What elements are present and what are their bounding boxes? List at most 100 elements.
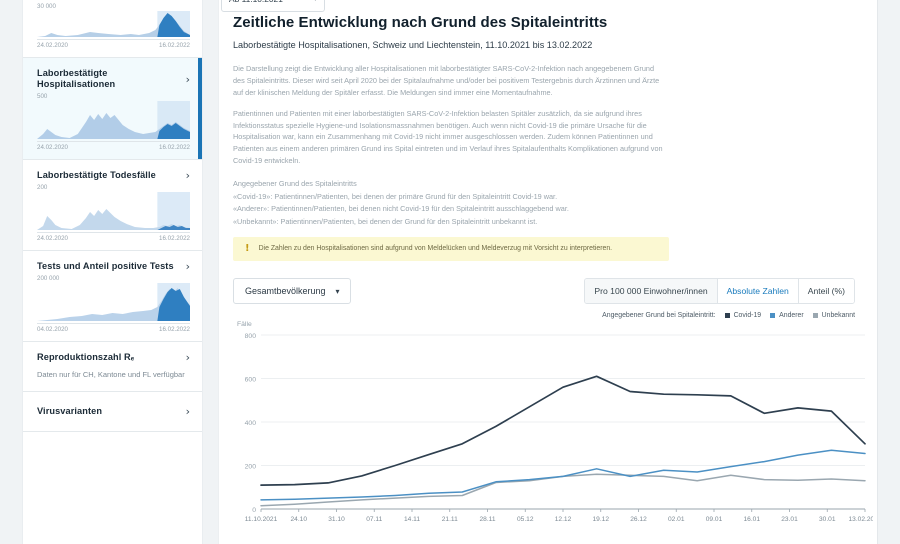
svg-text:09.01: 09.01 <box>706 516 723 523</box>
svg-text:0: 0 <box>252 507 256 514</box>
sidebar-item-subtitle: Daten nur für CH, Kantone und FL verfügb… <box>37 370 185 380</box>
chart-controls-row: Gesamtbevölkerung ▾ Pro 100 000 Einwohne… <box>233 278 857 304</box>
svg-text:23.01: 23.01 <box>781 516 798 523</box>
sidebar-item-reproduktionszahl[interactable]: Reproduktionszahl Rₑ › Daten nur für CH,… <box>23 342 202 393</box>
mini-date-start: 24.02.2020 <box>37 235 68 243</box>
mini-chart-wrap: 200 24.02.2020 16.02.2022 <box>37 184 190 242</box>
mini-chart-cases <box>37 11 190 37</box>
sidebar-item-label: Virusvarianten <box>37 406 103 417</box>
sidebar-item-partial-top[interactable]: 30 000 24.02.2020 16.02.2022 <box>23 3 202 58</box>
page-title: Zeitliche Entwicklung nach Grund des Spi… <box>233 14 608 31</box>
mini-date-end: 16.02.2022 <box>159 235 190 243</box>
legend-swatch-unbekannt <box>812 313 818 318</box>
description-paragraph-1: Die Darstellung zeigt die Entwicklung al… <box>233 64 660 97</box>
warning-banner: ! Die Zahlen zu den Hospitalisationen si… <box>233 237 669 261</box>
description-paragraph-2: Patientinnen und Patienten mit einer lab… <box>233 108 663 165</box>
exclamation-icon: ! <box>245 243 250 254</box>
definition-covid19: «Covid-19»: Patientinnen/Patienten, bei … <box>233 191 558 201</box>
mini-chart-wrap: 500 24.02.2020 16.02.2022 <box>37 93 190 151</box>
legend-label-anderer: Anderer <box>779 312 804 319</box>
chevron-right-icon: › <box>185 351 190 365</box>
chart-area[interactable]: Fälle 0 200 400 600 800 11.10.2021 24.10 31.10 0… <box>233 321 873 539</box>
sidebar-item-label: Tests und Anteil positive Tests <box>37 261 174 272</box>
sidebar: 30 000 24.02.2020 16.02.2022 Laborbestät… <box>22 0 203 544</box>
definitions-block: Angegebener Grund des Spitaleintritts «C… <box>233 178 857 228</box>
page-root: 30 000 24.02.2020 16.02.2022 Laborbestät… <box>0 0 900 544</box>
mini-chart-ymax: 30 000 <box>37 3 56 10</box>
sidebar-item-hospitalisationen[interactable]: Laborbestätigte Hospitalisationen › 500 … <box>23 58 202 161</box>
page-left-gutter <box>0 0 22 544</box>
mini-chart-dates: 24.02.2020 16.02.2022 <box>37 232 190 242</box>
sidebar-item-label: Reproduktionszahl Rₑ <box>37 352 135 363</box>
population-select[interactable]: Gesamtbevölkerung ▾ <box>233 278 351 304</box>
definition-anderer: «Anderer»: Patientinnen/Patienten, bei d… <box>233 204 569 214</box>
legend-swatch-covid19 <box>724 313 730 318</box>
svg-text:02.01: 02.01 <box>668 516 685 523</box>
svg-text:400: 400 <box>245 420 257 427</box>
warning-text: Die Zahlen zu den Hospitalisationen sind… <box>258 244 613 252</box>
svg-text:21.11: 21.11 <box>442 516 458 523</box>
legend-title: Angegebener Grund bei Spitaleintritt: <box>602 312 716 319</box>
chevron-right-icon: › <box>185 72 190 86</box>
svg-text:16.01: 16.01 <box>743 516 760 523</box>
svg-text:13.02.2022: 13.02.2022 <box>848 516 873 523</box>
definitions-heading: Angegebener Grund des Spitaleintritts <box>233 178 357 188</box>
unit-toggle-group: Pro 100 000 Einwohner/innen Absolute Zah… <box>584 278 855 304</box>
sidebar-item-header: Tests und Anteil positive Tests › <box>37 261 190 272</box>
mini-date-end: 16.02.2022 <box>159 326 190 334</box>
date-range-dropdown[interactable]: Ab 11.10.2021 ▾ <box>221 0 325 12</box>
mini-chart-dates: 24.02.2020 16.02.2022 <box>37 39 190 49</box>
legend-swatch-anderer <box>770 313 776 318</box>
sidebar-item-header: Laborbestätigte Todesfälle › <box>37 170 190 181</box>
mini-date-start: 24.02.2020 <box>37 42 68 49</box>
svg-text:30.01: 30.01 <box>819 516 836 523</box>
line-chart[interactable]: 0 200 400 600 800 11.10.2021 24.10 31.10 07.11 14… <box>233 323 873 535</box>
mini-chart-hospitalisationen <box>37 101 190 140</box>
svg-text:800: 800 <box>245 333 257 340</box>
population-select-label: Gesamtbevölkerung <box>245 286 326 296</box>
legend-item-unbekannt[interactable]: Unbekannt <box>812 312 855 319</box>
svg-text:28.11: 28.11 <box>479 516 495 523</box>
date-range-dropdown-label: Ab 11.10.2021 <box>229 0 283 4</box>
mini-chart-dates: 24.02.2020 16.02.2022 <box>37 141 190 151</box>
svg-text:12.12: 12.12 <box>555 516 572 523</box>
mini-chart-wrap: 200 000 04.02.2020 16.02.2022 <box>37 275 190 333</box>
sidebar-item-todesfaelle[interactable]: Laborbestätigte Todesfälle › 200 24.02.2… <box>23 160 202 252</box>
svg-text:14.11: 14.11 <box>404 516 420 523</box>
unit-toggle-per-100000[interactable]: Pro 100 000 Einwohner/innen <box>585 279 718 303</box>
chevron-down-icon: ▾ <box>313 0 317 3</box>
svg-text:07.11: 07.11 <box>366 516 382 523</box>
svg-text:31.10: 31.10 <box>328 516 345 523</box>
svg-text:11.10.2021: 11.10.2021 <box>245 516 278 523</box>
mini-chart-ymax: 200 000 <box>37 275 60 283</box>
page-subtitle: Laborbestätigte Hospitalisationen, Schwe… <box>233 40 593 51</box>
unit-toggle-absolute[interactable]: Absolute Zahlen <box>717 279 799 303</box>
svg-text:05.12: 05.12 <box>517 516 534 523</box>
legend-item-covid19[interactable]: Covid-19 <box>724 312 762 319</box>
mini-chart-tests <box>37 283 190 322</box>
chevron-right-icon: › <box>185 405 190 419</box>
mini-chart-dates: 04.02.2020 16.02.2022 <box>37 323 190 333</box>
main-content-card: Ab 11.10.2021 ▾ Zeitliche Entwicklung na… <box>218 0 878 544</box>
chevron-down-icon: ▾ <box>335 286 340 296</box>
page-right-gutter <box>878 0 900 544</box>
legend-item-anderer[interactable]: Anderer <box>770 312 804 319</box>
mini-chart-ymax: 500 <box>37 93 48 101</box>
sidebar-item-label: Laborbestätigte Hospitalisationen <box>37 68 116 90</box>
mini-chart-ymax: 200 <box>37 184 48 192</box>
sidebar-item-virusvarianten[interactable]: Virusvarianten › <box>23 392 202 433</box>
sidebar-item-tests[interactable]: Tests und Anteil positive Tests › 200 00… <box>23 251 202 343</box>
sidebar-item-header: Reproduktionszahl Rₑ › <box>37 352 190 363</box>
chart-legend: Angegebener Grund bei Spitaleintritt: Co… <box>233 312 857 319</box>
unit-toggle-percent[interactable]: Anteil (%) <box>798 279 854 303</box>
chevron-right-icon: › <box>185 169 190 183</box>
svg-text:24.10: 24.10 <box>290 516 307 523</box>
definition-unbekannt: «Unbekannt»: Patientinnen/Patienten, bei… <box>233 217 538 227</box>
mini-date-start: 24.02.2020 <box>37 144 68 152</box>
legend-label-covid19: Covid-19 <box>733 312 762 319</box>
mini-date-end: 16.02.2022 <box>159 42 190 49</box>
mini-chart-todesfaelle <box>37 192 190 231</box>
main-inner: Zeitliche Entwicklung nach Grund des Spi… <box>219 0 877 539</box>
chart-y-axis-title: Fälle <box>237 321 252 328</box>
sidebar-item-header: Virusvarianten › <box>37 406 190 417</box>
